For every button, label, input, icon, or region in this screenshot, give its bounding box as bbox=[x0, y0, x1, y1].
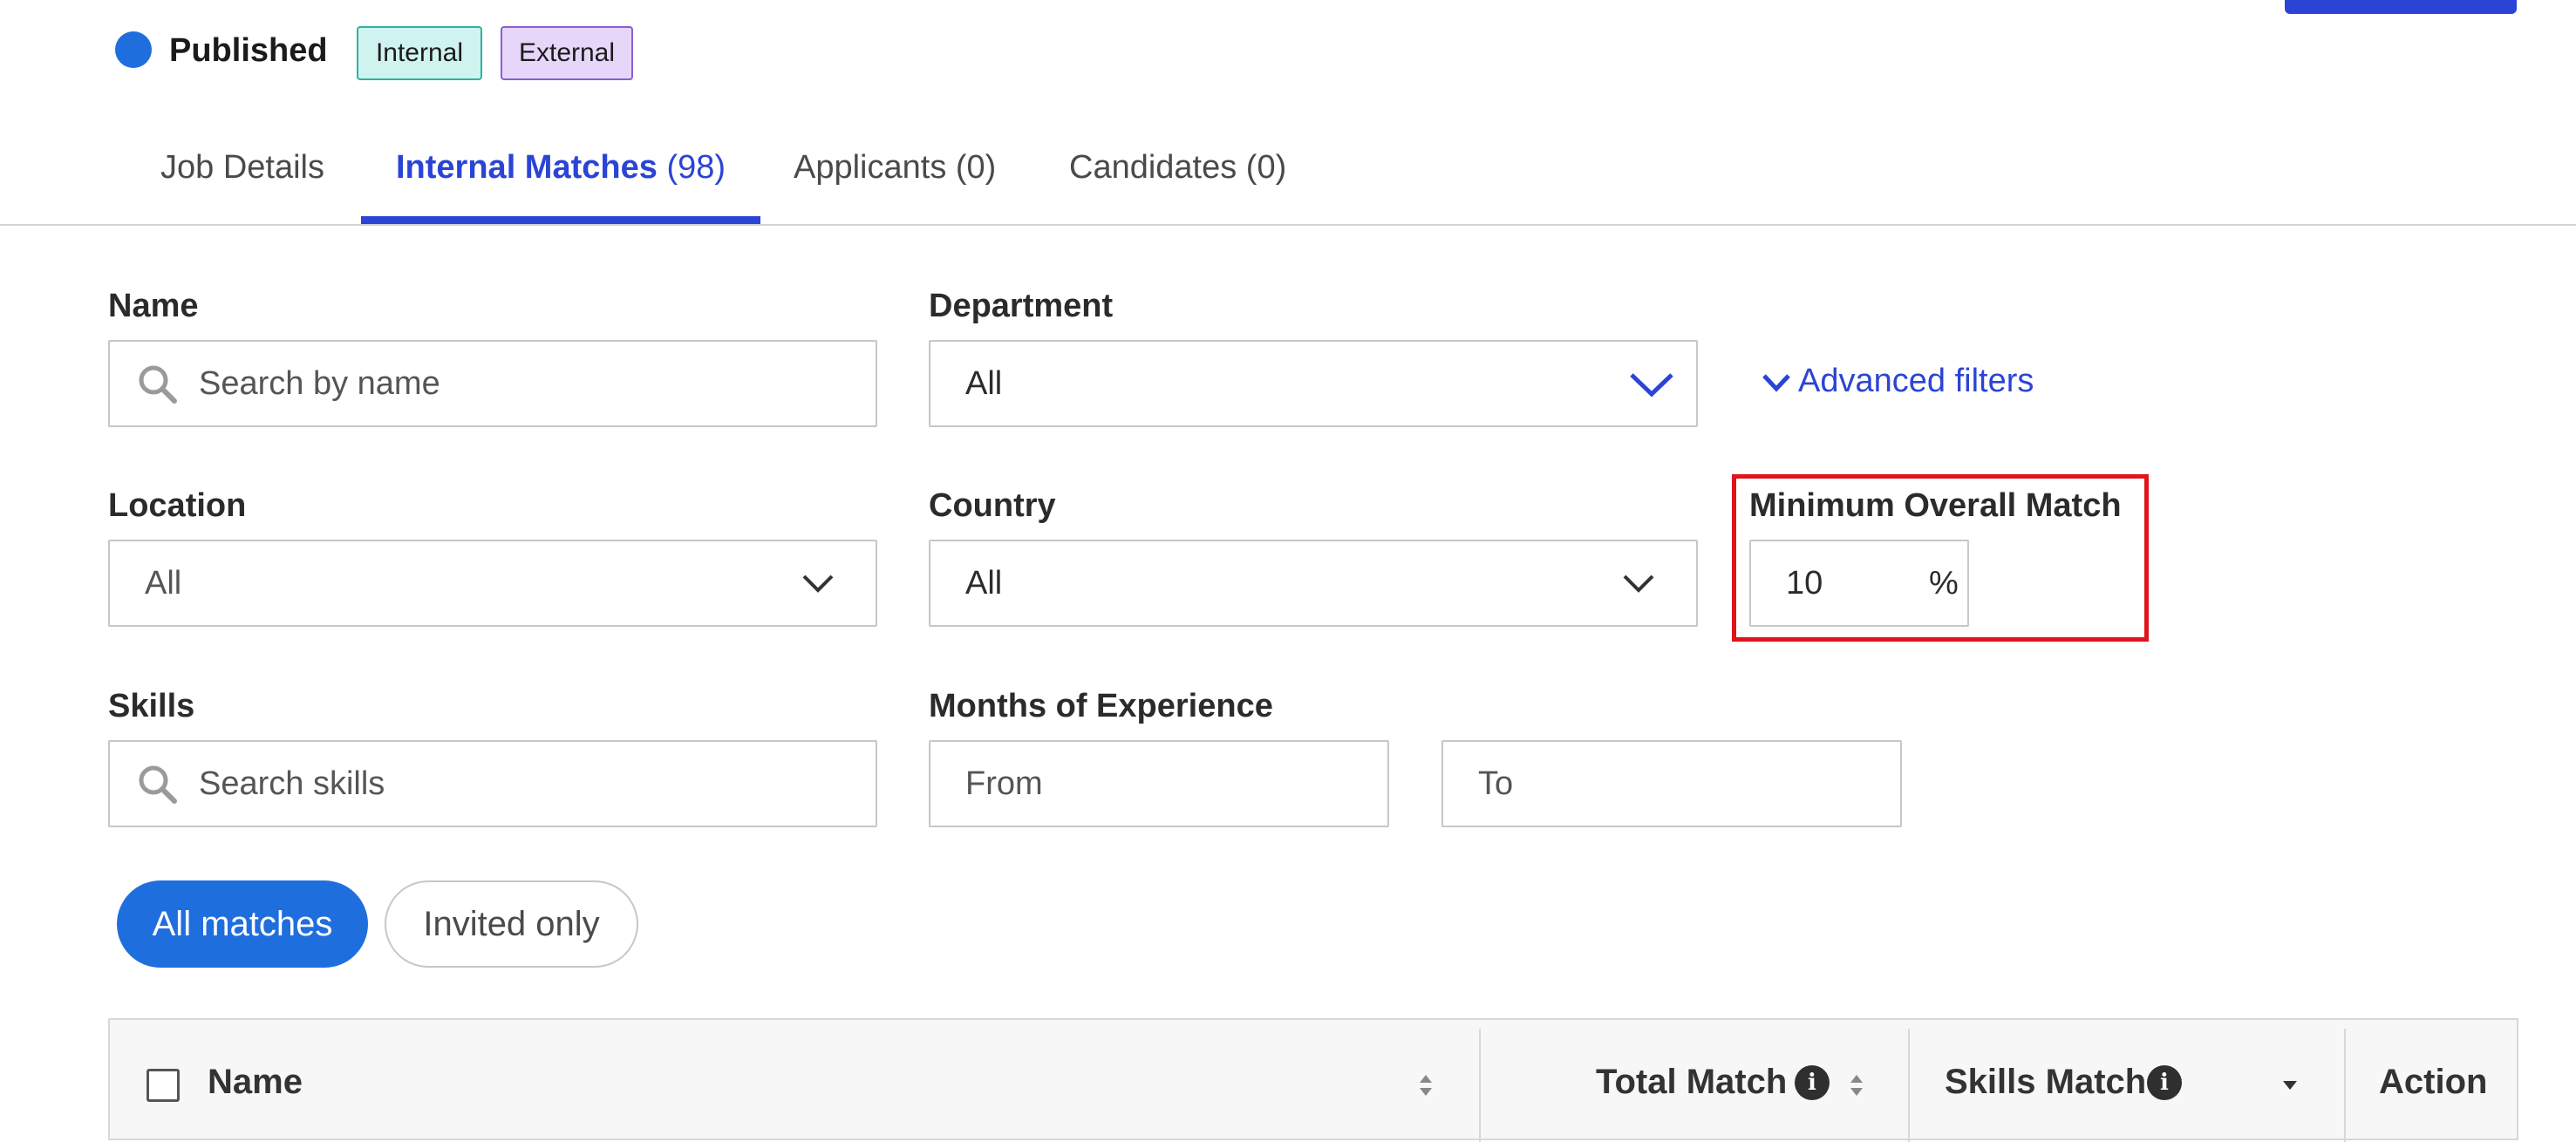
department-label: Department bbox=[929, 288, 1114, 324]
column-header-name[interactable]: Name bbox=[208, 1060, 303, 1104]
location-value: All bbox=[145, 565, 182, 602]
info-icon[interactable]: i bbox=[1795, 1065, 1830, 1100]
skills-search-input[interactable]: Search skills bbox=[108, 740, 877, 827]
tab-internal-matches[interactable]: Internal Matches (98) bbox=[396, 143, 726, 192]
country-select[interactable]: All bbox=[929, 540, 1698, 627]
column-divider bbox=[1479, 1029, 1481, 1142]
column-header-skills-match[interactable]: Skills Match bbox=[1945, 1060, 2146, 1104]
location-label: Location bbox=[108, 487, 247, 524]
experience-to-placeholder: To bbox=[1478, 765, 1514, 802]
tab-candidates[interactable]: Candidates (0) bbox=[1069, 143, 1286, 192]
tab-job-details[interactable]: Job Details bbox=[160, 143, 324, 192]
sort-desc-icon[interactable] bbox=[2281, 1074, 2299, 1095]
name-search-input[interactable]: Search by name bbox=[108, 340, 877, 427]
department-select[interactable]: All bbox=[929, 340, 1698, 427]
experience-from-input[interactable]: From bbox=[929, 740, 1389, 827]
advanced-filters-label: Advanced filters bbox=[1798, 363, 2034, 399]
tab-internal-matches-count: (98) bbox=[666, 149, 726, 186]
select-all-checkbox[interactable] bbox=[147, 1069, 180, 1102]
location-select[interactable]: All bbox=[108, 540, 877, 627]
min-match-input[interactable]: 10 % bbox=[1749, 540, 1969, 627]
primary-action-button[interactable] bbox=[2285, 0, 2517, 14]
column-divider bbox=[2344, 1029, 2346, 1142]
search-icon bbox=[139, 365, 177, 404]
search-icon bbox=[139, 765, 177, 804]
external-badge: External bbox=[501, 26, 633, 80]
chevron-down-icon bbox=[802, 574, 834, 593]
tab-internal-matches-label: Internal Matches bbox=[396, 149, 658, 186]
country-label: Country bbox=[929, 487, 1056, 524]
status-dot bbox=[115, 31, 152, 68]
name-search-placeholder: Search by name bbox=[199, 365, 440, 402]
advanced-filters-link[interactable]: Advanced filters bbox=[1762, 359, 2034, 403]
sort-icon[interactable] bbox=[1418, 1072, 1434, 1098]
country-value: All bbox=[965, 565, 1003, 602]
experience-from-placeholder: From bbox=[965, 765, 1043, 802]
status-label: Published bbox=[169, 32, 328, 69]
min-match-label: Minimum Overall Match bbox=[1749, 487, 2122, 524]
chevron-down-icon bbox=[1762, 374, 1790, 392]
tab-applicants[interactable]: Applicants (0) bbox=[794, 143, 996, 192]
tabs-divider bbox=[0, 224, 2576, 226]
chevron-down-icon bbox=[1630, 373, 1673, 398]
name-label: Name bbox=[108, 288, 199, 324]
experience-to-input[interactable]: To bbox=[1441, 740, 1902, 827]
min-match-value: 10 bbox=[1786, 565, 1823, 602]
table-header: Name Total Match i Skills Match i Action bbox=[108, 1018, 2518, 1142]
column-header-action: Action bbox=[2379, 1063, 2488, 1101]
department-value: All bbox=[965, 365, 1003, 402]
skills-label: Skills bbox=[108, 688, 195, 724]
active-tab-indicator bbox=[361, 216, 760, 224]
chevron-down-icon bbox=[1623, 574, 1654, 593]
percent-unit: % bbox=[1929, 565, 1959, 602]
invited-only-toggle[interactable]: Invited only bbox=[385, 880, 638, 968]
column-header-total-match[interactable]: Total Match bbox=[1596, 1060, 1787, 1104]
column-divider bbox=[1908, 1029, 1910, 1142]
internal-badge: Internal bbox=[357, 26, 482, 80]
info-icon[interactable]: i bbox=[2147, 1065, 2182, 1100]
sort-icon[interactable] bbox=[1849, 1072, 1864, 1098]
skills-search-placeholder: Search skills bbox=[199, 765, 385, 802]
experience-label: Months of Experience bbox=[929, 688, 1273, 724]
all-matches-toggle[interactable]: All matches bbox=[117, 880, 368, 968]
